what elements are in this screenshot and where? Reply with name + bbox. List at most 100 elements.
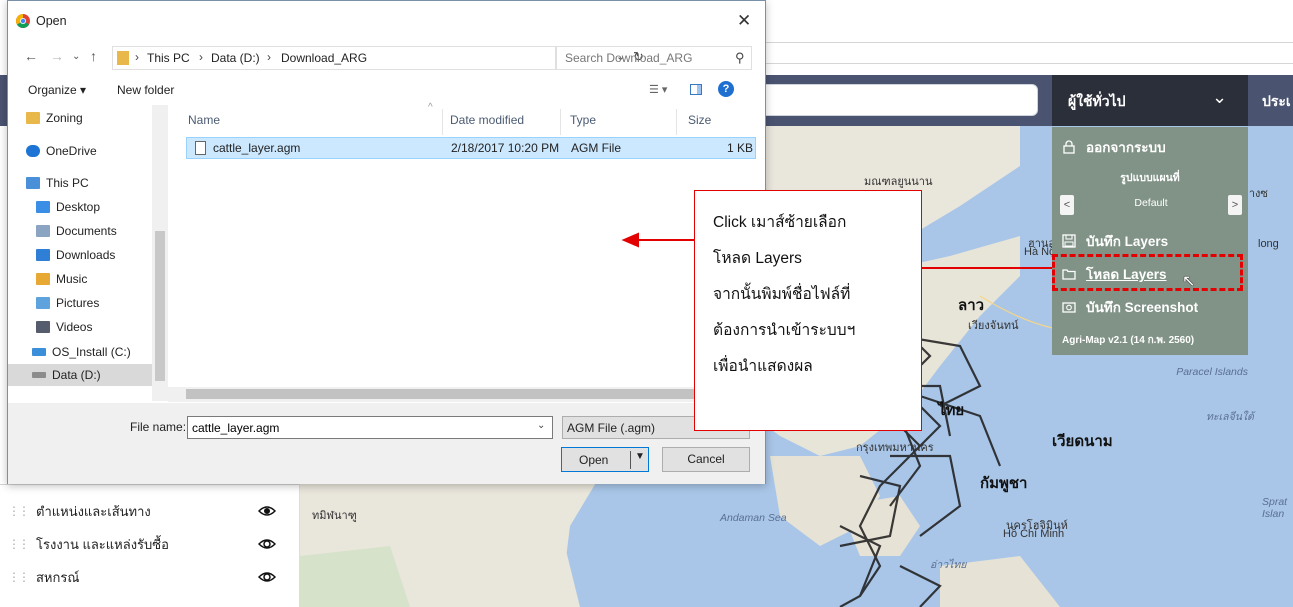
nav-item-desktop[interactable]: Desktop [36, 196, 100, 218]
eye-icon[interactable] [257, 535, 277, 553]
browser-address-bar[interactable] [760, 42, 1293, 64]
mouse-cursor-icon: ↖ [1182, 273, 1196, 290]
dropdown-arrow-icon[interactable]: ▼ [635, 451, 645, 462]
drag-handle-icon[interactable]: ⋮⋮ [8, 537, 30, 551]
dialog-title-bar[interactable]: Open ✕ [8, 1, 765, 39]
language-label[interactable]: ประเ [1262, 91, 1291, 113]
file-list-scrollbar[interactable] [168, 387, 765, 402]
callout-line: Click เมาส์ซ้ายเลือก [713, 214, 847, 231]
eye-icon[interactable] [257, 568, 277, 586]
file-date: 2/18/2017 10:20 PM [451, 141, 560, 155]
layer-name: ตำแหน่งและเส้นทาง [36, 503, 151, 519]
search-placeholder: Search Download_ARG [565, 51, 693, 65]
back-arrow-icon[interactable]: ← [24, 48, 38, 64]
nav-item-this-pc[interactable]: This PC [26, 172, 89, 194]
path-crumb[interactable]: Data (D:) [211, 51, 260, 65]
map-style-selector: < Default > [1060, 195, 1242, 217]
downloads-folder-icon [36, 249, 50, 261]
navigation-pane-scrollbar[interactable] [152, 105, 168, 401]
layer-row[interactable]: ⋮⋮ โรงงาน และแหล่งรับซื้อ [0, 526, 300, 562]
layer-row[interactable]: ⋮⋮ สหกรณ์ [0, 559, 300, 595]
map-label-south-china-sea: ทะเลจีนใต้ [1206, 411, 1254, 423]
map-search-input[interactable] [760, 84, 1038, 116]
column-header-size[interactable]: Size [688, 113, 711, 127]
close-button[interactable]: ✕ [737, 11, 751, 31]
dialog-toolbar: Organize ▾ New folder ☰ ▾ ? [8, 77, 765, 105]
nav-item-pictures[interactable]: Pictures [36, 292, 99, 314]
layer-row[interactable]: ⋮⋮ ตำแหน่งและเส้นทาง [0, 493, 300, 529]
drive-icon [32, 372, 46, 378]
map-label-spratly: Sprat Islan [1262, 496, 1288, 520]
open-button[interactable]: Open ▼ [561, 447, 649, 472]
desktop-folder-icon [36, 201, 50, 213]
file-row[interactable]: cattle_layer.agm 2/18/2017 10:20 PM AGM … [186, 137, 756, 159]
nav-item-zoning[interactable]: Zoning [26, 107, 83, 129]
nav-item-os-install[interactable]: OS_Install (C:) [32, 341, 131, 363]
save-screenshot-menu-item[interactable]: บันทึก Screenshot [1052, 293, 1248, 321]
load-layers-menu-item[interactable]: โหลด Layers [1052, 260, 1248, 288]
user-dropdown-menu: ออกจากระบบ รูปแบบแผนที่ < Default > บันท… [1052, 127, 1248, 355]
nav-item-label: Videos [56, 320, 93, 334]
file-icon [195, 141, 206, 155]
navigation-pane: Zoning OneDrive This PC Desktop Document… [8, 105, 168, 401]
column-divider[interactable] [560, 109, 561, 135]
chevron-down-icon[interactable]: ⌄ [537, 420, 545, 431]
column-divider[interactable] [442, 109, 443, 135]
file-type-value: AGM File (.agm) [567, 421, 656, 435]
file-list: Name ^ Date modified Type Size cattle_la… [168, 102, 765, 387]
view-options-icon[interactable]: ☰ ▾ [649, 83, 667, 96]
new-folder-button[interactable]: New folder [117, 83, 174, 97]
address-path-bar[interactable]: › This PC › Data (D:) › Download_ARG ⌄ ↻ [112, 46, 644, 70]
nav-item-documents[interactable]: Documents [36, 220, 117, 242]
map-style-prev-button[interactable]: < [1060, 195, 1074, 215]
folder-icon [117, 51, 129, 65]
up-arrow-icon[interactable]: ↑ [90, 48, 97, 64]
nav-item-downloads[interactable]: Downloads [36, 244, 115, 266]
search-input[interactable]: Search Download_ARG ⚲ [556, 46, 752, 70]
logout-menu-item[interactable]: ออกจากระบบ [1052, 133, 1248, 161]
column-header-name[interactable]: Name [188, 113, 220, 127]
file-name-input[interactable] [187, 416, 553, 439]
column-header-date[interactable]: Date modified [450, 113, 524, 127]
dialog-navigation-bar: ← → ⌄ ↑ › This PC › Data (D:) › Download… [8, 39, 765, 74]
drag-handle-icon[interactable]: ⋮⋮ [8, 504, 30, 518]
column-divider[interactable] [676, 109, 677, 135]
nav-item-label: Downloads [56, 248, 116, 262]
map-label-laos: ลาว [958, 297, 985, 314]
nav-item-label: Data (D:) [52, 368, 101, 382]
help-icon[interactable]: ? [718, 81, 734, 97]
nav-item-data-d[interactable]: Data (D:) [8, 364, 152, 386]
map-label-thailand: ไทย [938, 402, 965, 419]
map-label-bangkok: กรุงเทพมหานคร [856, 442, 934, 454]
map-label-vientiane: เวียงจันทน์ [968, 320, 1019, 332]
map-label-cambodia: กัมพูชา [980, 475, 1028, 492]
eye-icon[interactable] [257, 502, 277, 520]
map-style-next-button[interactable]: > [1228, 195, 1242, 215]
chevron-down-icon[interactable]: ⌄ [1212, 87, 1227, 108]
user-menu-toggle[interactable]: ผู้ใช้ทั่วไป ⌄ [1052, 75, 1248, 126]
save-layers-menu-item[interactable]: บันทึก Layers [1052, 227, 1248, 255]
map-label-paracel: Paracel Islands [1176, 366, 1248, 378]
map-label-hcm: Hồ Chí Minh [1003, 528, 1065, 540]
path-crumb[interactable]: Download_ARG [281, 51, 367, 65]
map-label-vietnam: เวียดนาม [1052, 433, 1113, 450]
load-layers-label: โหลด Layers [1086, 267, 1167, 282]
sort-indicator-icon: ^ [428, 102, 433, 113]
forward-arrow-icon[interactable]: → [50, 48, 64, 64]
preview-pane-icon[interactable] [690, 84, 702, 95]
scrollbar-thumb[interactable] [186, 389, 746, 399]
nav-item-videos[interactable]: Videos [36, 316, 92, 338]
cancel-button[interactable]: Cancel [662, 447, 750, 472]
column-header-type[interactable]: Type [570, 113, 596, 127]
file-size: 1 KB [727, 141, 754, 155]
path-separator-icon: › [199, 50, 203, 64]
recent-locations-icon[interactable]: ⌄ [72, 51, 80, 62]
scrollbar-thumb[interactable] [155, 231, 165, 381]
organize-button[interactable]: Organize ▾ [28, 83, 86, 97]
path-crumb[interactable]: This PC [147, 51, 190, 65]
nav-item-music[interactable]: Music [36, 268, 87, 290]
videos-folder-icon [36, 321, 50, 333]
map-label-gulf: อ่าวไทย [930, 559, 967, 571]
nav-item-onedrive[interactable]: OneDrive [26, 140, 97, 162]
drag-handle-icon[interactable]: ⋮⋮ [8, 570, 30, 584]
